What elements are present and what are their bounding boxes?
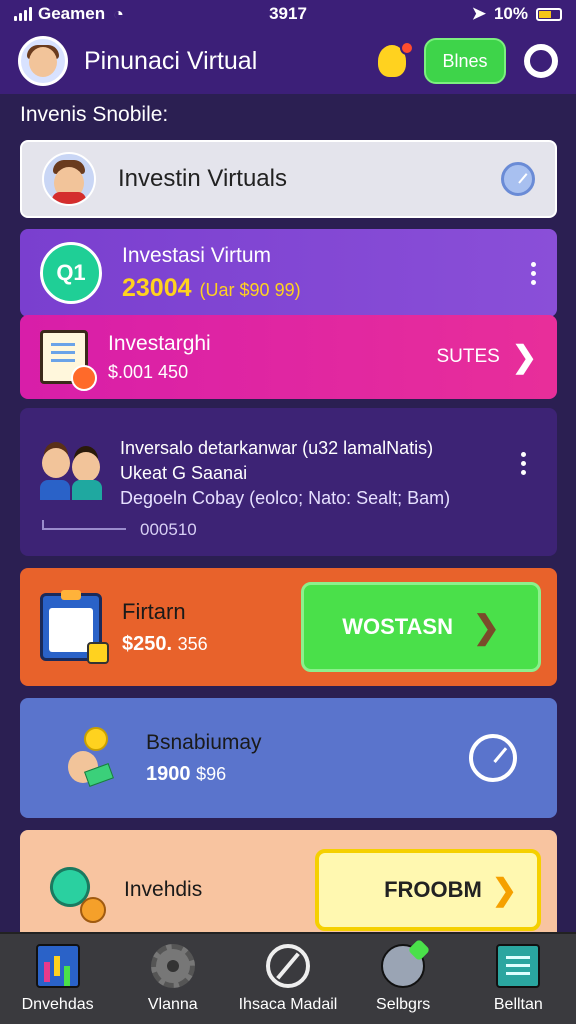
sutes-link[interactable]: SUTES ❯ xyxy=(437,340,538,375)
app-header: Pinunaci Virtual Blnes xyxy=(0,28,576,94)
app-title: Pinunaci Virtual xyxy=(84,46,258,75)
row-amount-sub: $96 xyxy=(196,763,227,784)
search-card-title: Investin Virtuals xyxy=(118,165,287,192)
detail-line-2: Ukeat G Saanai xyxy=(120,463,248,483)
profile-avatar[interactable] xyxy=(18,36,68,86)
row-amount-sub: 356 xyxy=(177,633,208,654)
search-card[interactable]: Investin Virtuals xyxy=(20,140,557,218)
bonus-button[interactable]: Blnes xyxy=(424,38,506,84)
settings-icon[interactable] xyxy=(524,44,558,78)
progress-value: 000510 xyxy=(140,520,197,539)
wostasn-label: WOSTASN xyxy=(342,614,453,639)
location-icon: ➤ xyxy=(471,4,486,23)
investment-row-investarghi[interactable]: Investarghi $.001 450 SUTES ❯ xyxy=(20,315,557,399)
gear-icon xyxy=(150,944,195,988)
chart-icon xyxy=(35,944,80,988)
nav-item-belltan[interactable]: Belltan xyxy=(463,944,573,1014)
clock-icon[interactable] xyxy=(501,162,535,196)
lightbulb-coin-icon xyxy=(40,855,110,925)
avatar-icon xyxy=(42,152,96,206)
more-options-icon[interactable] xyxy=(531,261,537,285)
wostasn-button[interactable]: WOSTASN ❯ xyxy=(301,582,541,672)
nav-item-selbgrs[interactable]: Selbgrs xyxy=(348,944,458,1014)
investment-row-bsnabiumay[interactable]: Bsnabiumay 1900 $96 xyxy=(20,698,557,818)
nav-item-ihsaca-madail[interactable]: Ihsaca Madail xyxy=(233,944,343,1014)
row-amount-sub: (Uar $90 99) xyxy=(199,279,301,300)
people-icon xyxy=(38,444,106,500)
row-amount: 1900 $96 xyxy=(146,762,227,785)
investment-row-virtum[interactable]: Q1 Investasi Virtum 23004 (Uar $90 99) xyxy=(20,229,557,317)
carrier-name: Geamen xyxy=(38,4,106,23)
ledger-icon xyxy=(496,944,541,988)
chevron-right-icon: ❯ xyxy=(511,340,537,374)
progress-indicator xyxy=(42,520,126,530)
document-icon xyxy=(40,330,97,391)
row-amount: 23004 (Uar $90 99) xyxy=(122,273,301,302)
chat-icon xyxy=(381,944,426,988)
sutes-label: SUTES xyxy=(436,346,500,367)
battery-icon xyxy=(536,7,562,21)
detail-line-1: Inversalo detarkanwar (u32 lamalNatis) xyxy=(120,438,434,458)
more-options-icon[interactable] xyxy=(521,452,527,475)
investment-row-firtarn[interactable]: Firtarn $250. 356 WOSTASN ❯ xyxy=(20,568,557,686)
badge-icon: Q1 xyxy=(40,242,102,304)
row-amount: $.001 450 xyxy=(108,361,189,382)
compass-icon xyxy=(265,944,310,988)
lightbulb-notification-icon[interactable] xyxy=(378,41,414,77)
nav-label: Ihsaca Madail xyxy=(238,996,338,1013)
battery-percent: 10% xyxy=(493,4,528,23)
signal-icon xyxy=(14,7,32,21)
row-title: Investarghi xyxy=(108,331,211,355)
clipboard-icon xyxy=(40,590,109,664)
row-title: Firtarn xyxy=(122,598,186,624)
row-title: Invehdis xyxy=(124,878,203,901)
nav-label: Belltan xyxy=(493,996,543,1013)
timer-icon[interactable] xyxy=(469,734,517,782)
person-money-icon xyxy=(40,723,114,793)
investment-row-details[interactable]: Inversalo detarkanwar (u32 lamalNatis) U… xyxy=(20,408,557,556)
froobm-label: FROOBM xyxy=(384,877,482,902)
chevron-right-icon: ❯ xyxy=(491,873,517,907)
wifi-icon: ◔ xyxy=(113,3,124,24)
section-title: Invenis Snobile: xyxy=(20,103,169,126)
chevron-right-icon: ❯ xyxy=(473,609,500,645)
nav-label: Vlanna xyxy=(147,996,198,1013)
detail-line-3: Degoeln Cobay (eolco; Nato: Sealt; Bam) xyxy=(120,488,451,508)
bottom-nav: Dnvehdas Vlanna Ihsaca Madail Selbgrs Be… xyxy=(0,932,576,1024)
nav-label: Selbgrs xyxy=(376,996,431,1013)
row-amount: $250. 356 xyxy=(122,632,208,655)
row-title: Investasi Virtum xyxy=(122,243,271,267)
nav-item-vlanna[interactable]: Vlanna xyxy=(118,944,228,1014)
froobm-button[interactable]: FROOBM ❯ xyxy=(315,849,541,931)
status-bar: Geamen ◔ 3917 ➤ 10% xyxy=(0,0,576,28)
row-title: Bsnabiumay xyxy=(146,730,262,754)
nav-item-dnvehdas[interactable]: Dnvehdas xyxy=(3,944,113,1014)
nav-label: Dnvehdas xyxy=(21,996,94,1013)
